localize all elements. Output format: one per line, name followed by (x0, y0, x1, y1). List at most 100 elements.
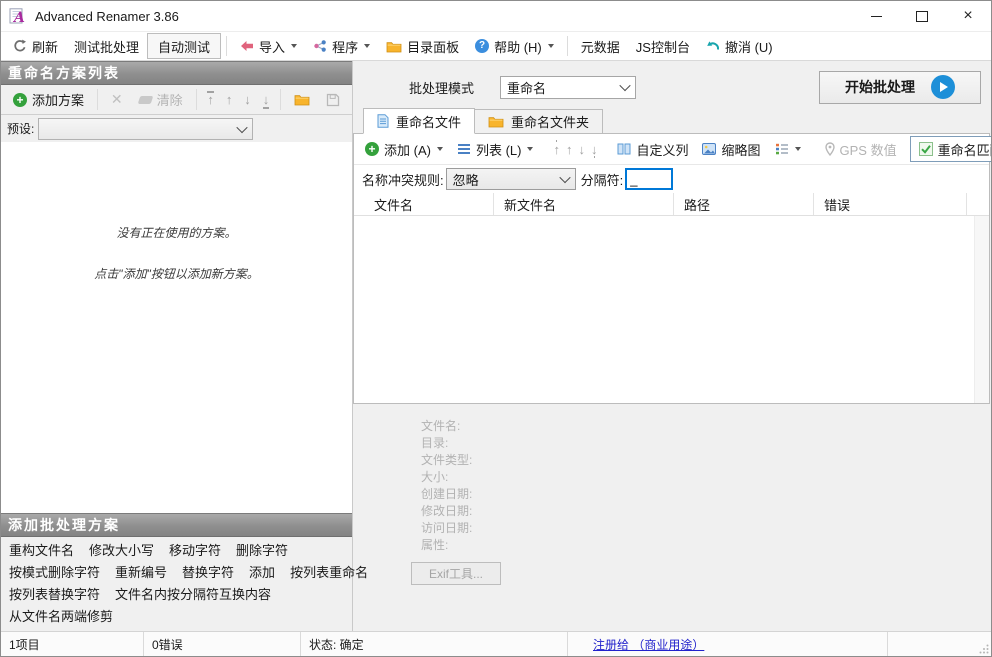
help-button[interactable]: ? 帮助 (H) (467, 34, 562, 58)
info-attributes-label: 属性: (421, 538, 449, 552)
checkbox-checked-icon (918, 142, 933, 156)
image-icon (702, 143, 717, 155)
load-preset-button[interactable] (286, 88, 318, 112)
gps-values-label: GPS 数值 (839, 142, 897, 158)
method-link[interactable]: 替换字符 (182, 562, 234, 581)
view-options-icon (775, 143, 789, 155)
conflict-rule-value: 忽略 (452, 172, 479, 188)
rename-match-toggle[interactable]: 重命名匹配 (909, 136, 991, 162)
method-link[interactable]: 重新编号 (115, 562, 167, 581)
move-up-button[interactable]: ↑ (223, 91, 235, 109)
delete-method-button[interactable]: ✕ (103, 88, 131, 112)
toolbar-separator (280, 89, 281, 110)
undo-label: 撤消 (U) (724, 39, 773, 55)
app-window: A Advanced Renamer 3.86 × 刷新 测试批处理 自动测试 … (0, 0, 992, 657)
method-row: 按列表替换字符 文件名内按分隔符互换内容 (9, 584, 344, 603)
add-method-button[interactable]: + 添加方案 (5, 88, 92, 112)
import-button[interactable]: 导入 (232, 34, 305, 58)
register-link[interactable]: 注册给 （商业用途） (593, 636, 704, 653)
main-toolbar: 刷新 测试批处理 自动测试 导入 程序 目录面板 ? 帮助 (H) 元数据 JS… (1, 32, 991, 61)
add-files-label: 添加 (A) (384, 142, 431, 158)
status-items-count: 1项目 (1, 632, 144, 656)
auto-test-label: 自动测试 (158, 39, 211, 55)
refresh-button[interactable]: 刷新 (5, 34, 66, 58)
toolbar-separator (97, 89, 98, 110)
gps-values-button[interactable]: GPS 数值 (818, 137, 904, 161)
column-header-new-filename[interactable]: 新文件名 (494, 193, 674, 215)
start-batch-button[interactable]: 开始批处理 (819, 70, 981, 104)
custom-columns-button[interactable]: 自定义列 (610, 137, 695, 161)
minimize-button[interactable] (853, 1, 899, 31)
column-header-error[interactable]: 错误 (814, 193, 967, 215)
column-header-filename[interactable]: 文件名 (354, 193, 494, 215)
resize-grip[interactable] (975, 632, 991, 656)
method-list-panel: 重命名方案列表 + 添加方案 ✕ 清除 ↑ ↑ ↓ ↓ 预设: 没有正在使用的方… (1, 61, 368, 631)
maximize-button[interactable] (899, 1, 945, 31)
file-table-body[interactable] (354, 216, 989, 403)
batch-mode-value: 重命名 (507, 80, 547, 96)
tab-rename-folders[interactable]: 重命名文件夹 (475, 109, 604, 134)
add-methods-header: 添加批处理方案 (1, 513, 352, 537)
vertical-scrollbar[interactable] (974, 216, 989, 403)
gps-pin-icon (824, 142, 835, 156)
info-modified-label: 修改日期: (421, 504, 473, 518)
batch-mode-select[interactable]: 重命名 (500, 75, 637, 99)
window-title: Advanced Renamer 3.86 (35, 8, 179, 24)
body: 重命名方案列表 + 添加方案 ✕ 清除 ↑ ↑ ↓ ↓ 预设: 没有正在使用的方… (1, 61, 991, 631)
folder-icon (488, 115, 504, 128)
method-shortcuts: 重构文件名 修改大小写 移动字符 删除字符 按模式删除字符 重新编号 替换字符 … (1, 537, 368, 631)
thumbnails-button[interactable]: 缩略图 (695, 137, 767, 161)
file-move-top-button[interactable]: ↑ (553, 140, 560, 158)
refresh-label: 刷新 (32, 39, 59, 55)
clear-label: 清除 (156, 93, 183, 108)
programs-button[interactable]: 程序 (305, 34, 378, 58)
columns-icon (617, 143, 631, 155)
conflict-rule-select[interactable]: 忽略 (445, 168, 576, 190)
add-method-label: 添加方案 (32, 93, 85, 108)
method-list-header: 重命名方案列表 (1, 61, 352, 85)
test-batch-label: 测试批处理 (74, 39, 140, 55)
preset-select[interactable] (38, 117, 254, 140)
file-move-bottom-button[interactable]: ↓ (591, 140, 597, 158)
method-link[interactable]: 添加 (249, 562, 275, 581)
save-preset-button[interactable] (318, 88, 348, 112)
method-link[interactable]: 从文件名两端修剪 (9, 606, 113, 625)
method-link[interactable]: 修改大小写 (89, 540, 154, 559)
method-link[interactable]: 按模式删除字符 (9, 562, 100, 581)
method-link[interactable]: 重构文件名 (9, 540, 74, 559)
move-top-button[interactable]: ↑ (204, 90, 216, 109)
js-console-label: JS控制台 (635, 39, 690, 55)
exif-tool-button[interactable]: Exif工具... (411, 562, 501, 585)
add-plus-icon: + (365, 142, 379, 156)
import-arrow-icon (240, 40, 254, 52)
list-label: 列表 (L) (475, 142, 522, 158)
method-list-empty-area[interactable]: 没有正在使用的方案。 点击"添加"按钮以添加新方案。 (1, 142, 352, 513)
auto-test-toggle[interactable]: 自动测试 (147, 33, 222, 59)
metadata-button[interactable]: 元数据 (573, 34, 628, 58)
list-button[interactable]: 列表 (L) (450, 137, 541, 161)
column-header-path[interactable]: 路径 (674, 193, 814, 215)
method-link[interactable]: 文件名内按分隔符互换内容 (115, 584, 271, 603)
clear-methods-button[interactable]: 清除 (131, 88, 191, 112)
test-batch-button[interactable]: 测试批处理 (66, 34, 147, 58)
view-options-button[interactable] (768, 137, 808, 161)
add-files-dropdown-caret (436, 147, 443, 151)
directory-panel-button[interactable]: 目录面板 (378, 34, 467, 58)
file-move-up-button[interactable]: ↑ (566, 140, 573, 158)
list-dropdown-caret (527, 147, 534, 151)
method-link[interactable]: 按列表替换字符 (9, 584, 100, 603)
file-move-down-button[interactable]: ↓ (578, 140, 585, 158)
file-list-pane: + 添加 (A) 列表 (L) ↑ ↑ ↓ ↓ 自定义列 缩略图 GPS 数值 … (353, 133, 991, 404)
tab-rename-files[interactable]: 重命名文件 (363, 108, 476, 134)
js-console-button[interactable]: JS控制台 (628, 34, 698, 58)
separator-input[interactable] (625, 168, 674, 190)
undo-button[interactable]: 撤消 (U) (698, 34, 781, 58)
method-link[interactable]: 删除字符 (236, 540, 288, 559)
close-button[interactable]: × (945, 1, 991, 31)
info-size-label: 大小: (421, 470, 449, 484)
add-files-button[interactable]: + 添加 (A) (358, 137, 450, 161)
undo-icon (706, 40, 720, 52)
method-link[interactable]: 移动字符 (169, 540, 221, 559)
move-down-button[interactable]: ↓ (241, 91, 253, 109)
move-bottom-button[interactable]: ↓ (260, 91, 272, 109)
